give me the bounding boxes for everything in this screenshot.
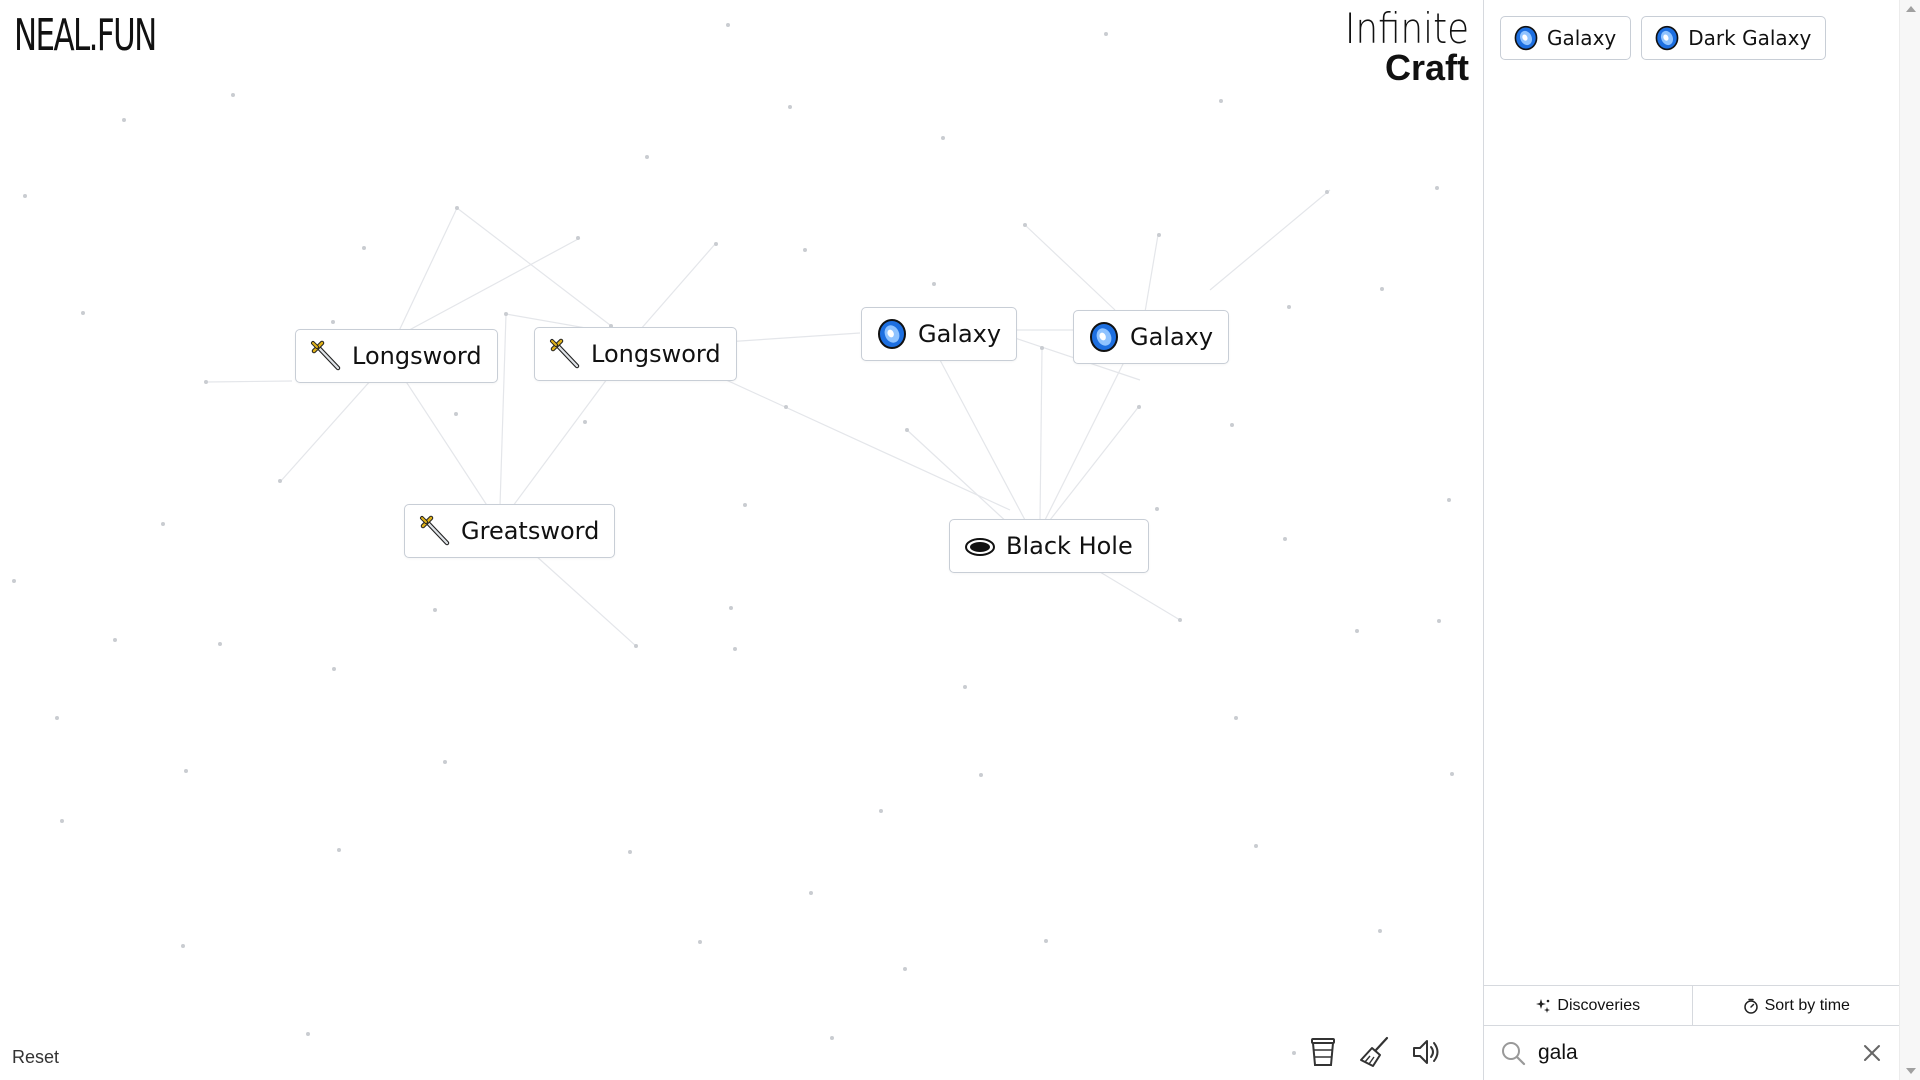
galaxy-icon: [878, 319, 906, 349]
galaxy-icon: [1655, 25, 1679, 51]
canvas-item-longsword[interactable]: Longsword: [534, 327, 737, 381]
infinite-craft-title: Infinite Craft: [1323, 8, 1469, 86]
sidebar-scrollbar[interactable]: [1899, 0, 1920, 1080]
item-label: Galaxy: [1130, 323, 1214, 351]
sidebar-item-label: Dark Galaxy: [1688, 26, 1812, 50]
galaxy-icon: [1514, 25, 1538, 51]
crafting-canvas[interactable]: NEAL.FUN Infinite Craft Longsword Longsw…: [0, 0, 1483, 1080]
galaxy-icon: [1090, 322, 1118, 352]
coffee-cup-icon[interactable]: [1307, 1036, 1339, 1068]
search-icon: [1502, 1042, 1526, 1066]
sidebar-item-dark-galaxy[interactable]: Dark Galaxy: [1641, 16, 1827, 60]
canvas-item-galaxy[interactable]: Galaxy: [861, 307, 1018, 361]
item-label: Galaxy: [918, 320, 1002, 348]
tab-sort-by-time[interactable]: Sort by time: [1691, 986, 1901, 1025]
sidebar-item-list: Galaxy Dark Galaxy: [1500, 16, 1827, 60]
clock-icon: [1743, 998, 1758, 1014]
tab-sort-by-time-label: Sort by time: [1764, 996, 1850, 1014]
black-hole-icon: [965, 538, 995, 556]
reset-button[interactable]: Reset: [12, 1047, 59, 1068]
tab-discoveries[interactable]: Discoveries: [1484, 986, 1692, 1025]
neal-fun-logo[interactable]: NEAL.FUN: [14, 10, 157, 61]
canvas-item-black-hole[interactable]: Black Hole: [949, 519, 1149, 573]
sword-icon: [550, 338, 580, 369]
broom-icon[interactable]: [1359, 1036, 1391, 1068]
close-icon[interactable]: [1860, 1041, 1884, 1065]
star-dots: [12, 23, 1454, 1055]
scroll-up-icon[interactable]: [1906, 6, 1916, 12]
title-line-1: Infinite: [1344, 4, 1469, 53]
item-label: Longsword: [591, 340, 721, 368]
canvas-item-galaxy[interactable]: Galaxy: [1073, 310, 1230, 364]
canvas-item-longsword[interactable]: Longsword: [295, 329, 498, 383]
sword-icon: [420, 515, 450, 546]
item-label: Black Hole: [1006, 532, 1133, 560]
sidebar: Galaxy Dark Galaxy Discoveries Sort by t…: [1483, 0, 1900, 1080]
sidebar-item-label: Galaxy: [1547, 26, 1617, 50]
speaker-icon[interactable]: [1411, 1036, 1443, 1068]
canvas-background: [12, 23, 1454, 1055]
tab-discoveries-label: Discoveries: [1557, 996, 1641, 1014]
item-label: Longsword: [352, 342, 482, 370]
canvas-toolbar: [1307, 1036, 1443, 1068]
canvas-item-greatsword[interactable]: Greatsword: [404, 504, 616, 558]
item-label: Greatsword: [461, 517, 600, 545]
scroll-down-icon[interactable]: [1906, 1068, 1916, 1074]
sidebar-item-galaxy[interactable]: Galaxy: [1500, 16, 1632, 60]
sidebar-tabs: Discoveries Sort by time: [1484, 985, 1900, 1025]
connection-lines: [205, 189, 1331, 647]
search-input[interactable]: [1538, 1041, 1860, 1065]
title-line-2: Craft: [1384, 47, 1469, 88]
sword-icon: [311, 340, 341, 371]
search-bar: [1484, 1025, 1900, 1080]
sparkle-icon: [1536, 998, 1551, 1013]
